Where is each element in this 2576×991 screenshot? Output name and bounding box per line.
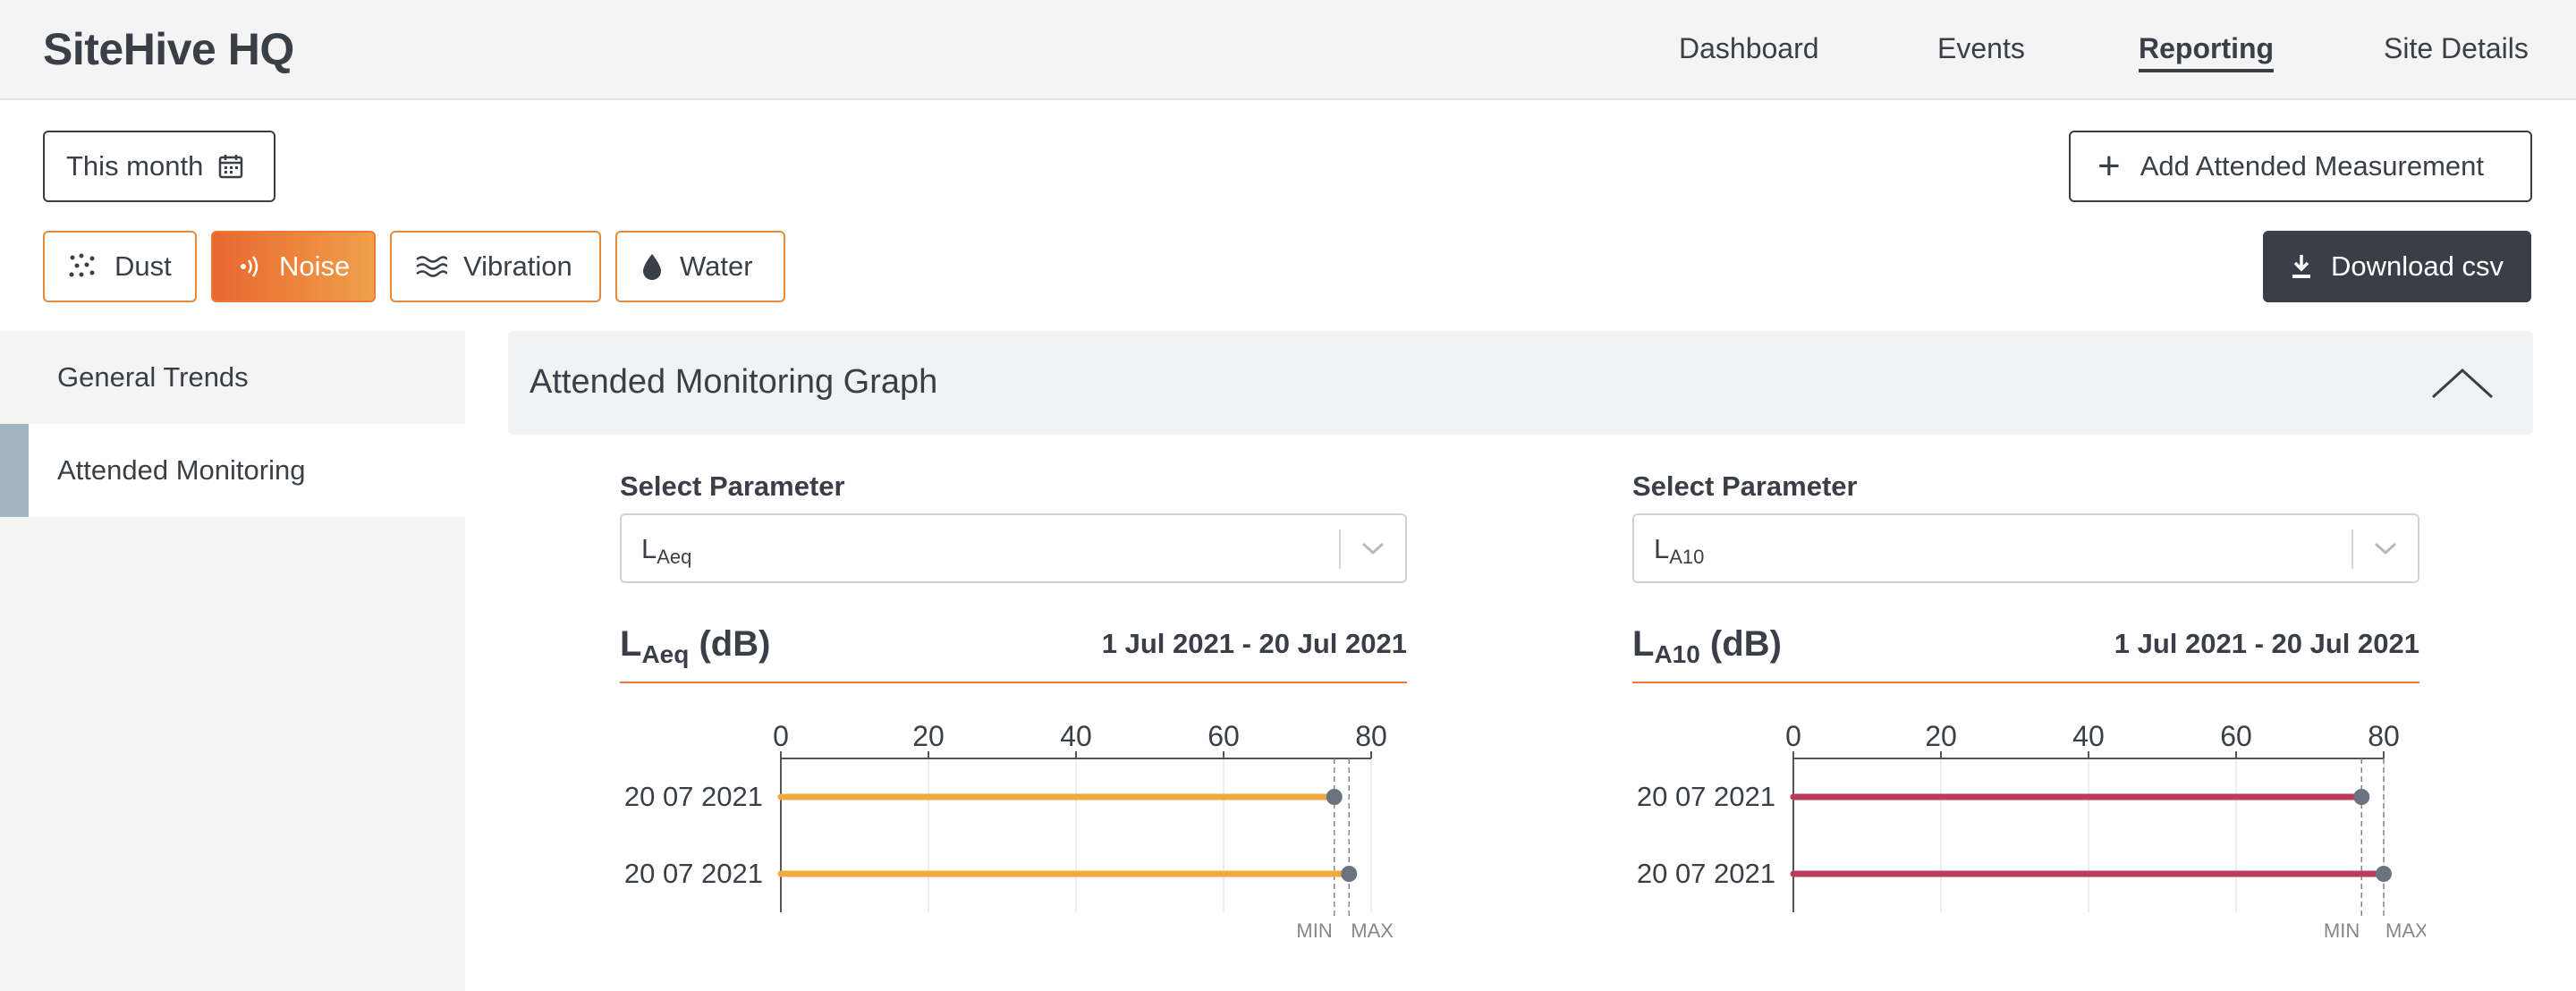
right-chart-date-range: 1 Jul 2021 - 20 Jul 2021: [2114, 628, 2419, 659]
bar-end-marker: [2376, 866, 2392, 882]
category-water-label: Water: [680, 250, 753, 282]
sidebar-item-label: General Trends: [57, 361, 249, 393]
bar-end-marker: [2353, 789, 2370, 805]
vibration-icon: [416, 256, 447, 277]
bar-end-marker: [1326, 789, 1343, 805]
panel-title: Attended Monitoring Graph: [530, 363, 938, 401]
category-water-button[interactable]: Water: [615, 231, 785, 302]
select-divider: [1339, 529, 1341, 569]
x-tick-label: 0: [773, 720, 789, 752]
left-chart-title: LAeq (dB): [620, 624, 771, 668]
category-dust-label: Dust: [114, 250, 172, 282]
category-noise-button[interactable]: Noise: [211, 231, 376, 302]
nav-site-details[interactable]: Site Details: [2384, 32, 2529, 65]
right-parameter-value: LA10: [1654, 533, 1705, 568]
y-category-label: 20 07 2021: [624, 781, 763, 812]
x-tick-label: 40: [1060, 720, 1092, 752]
panel-header[interactable]: Attended Monitoring Graph: [508, 331, 2533, 435]
min-reference-label: MIN: [2324, 919, 2360, 942]
chevron-down-icon[interactable]: [2373, 538, 2398, 558]
y-category-label: 20 07 2021: [1637, 858, 1775, 889]
right-parameter-select[interactable]: LA10: [1632, 513, 2419, 583]
nav-events[interactable]: Events: [1937, 32, 2025, 65]
right-chart-divider: [1632, 682, 2419, 683]
left-parameter-value: LAeq: [641, 533, 692, 568]
add-button-label: Add Attended Measurement: [2140, 150, 2485, 182]
category-vibration-button[interactable]: Vibration: [390, 231, 601, 302]
category-noise-label: Noise: [279, 250, 351, 282]
x-tick-label: 20: [1925, 720, 1957, 752]
dust-icon: [69, 253, 95, 277]
max-reference-label: MAX: [1351, 919, 1394, 942]
date-range-label: This month: [66, 150, 204, 182]
x-tick-label: 0: [1785, 720, 1801, 752]
nav-dashboard[interactable]: Dashboard: [1679, 32, 1819, 65]
water-drop-icon: [643, 254, 661, 280]
x-tick-label: 80: [2368, 720, 2400, 752]
chevron-up-icon[interactable]: [2431, 365, 2494, 401]
x-tick-label: 20: [912, 720, 945, 752]
download-csv-button[interactable]: Download csv: [2263, 231, 2531, 302]
category-dust-button[interactable]: Dust: [43, 231, 197, 302]
plus-icon: +: [2097, 144, 2121, 188]
bar-end-marker: [1341, 866, 1358, 882]
left-chart-date-range: 1 Jul 2021 - 20 Jul 2021: [1101, 628, 1407, 659]
sidebar-item-attended-monitoring[interactable]: Attended Monitoring: [0, 424, 465, 517]
sidebar-item-general-trends[interactable]: General Trends: [0, 331, 465, 424]
right-parameter-label: Select Parameter: [1632, 470, 1858, 502]
right-bar-chart: 0 20 40 60 80 MIN MAX 20 07 2021 20 07 2021: [1637, 720, 2426, 942]
top-header: SiteHive HQ Dashboard Events Reporting S…: [0, 0, 2576, 100]
x-tick-label: 80: [1355, 720, 1387, 752]
x-tick-label: 60: [1208, 720, 1240, 752]
right-chart-title: LA10 (dB): [1632, 624, 1782, 668]
noise-icon: [241, 256, 258, 277]
nav-reporting[interactable]: Reporting: [2139, 32, 2275, 72]
select-divider: [2351, 529, 2353, 569]
date-range-button[interactable]: This month: [43, 131, 275, 202]
sidebar-item-label: Attended Monitoring: [57, 454, 306, 486]
left-parameter-label: Select Parameter: [620, 470, 845, 502]
x-tick-label: 40: [2072, 720, 2105, 752]
calendar-icon: [219, 155, 243, 179]
sidebar: General Trends Attended Monitoring: [0, 331, 465, 991]
left-bar-chart: 0 20 40 60 80 MIN MAX 20 07 2021 20 07 2021: [624, 720, 1394, 942]
left-parameter-select[interactable]: LAeq: [620, 513, 1407, 583]
max-reference-label: MAX: [2385, 919, 2426, 942]
y-category-label: 20 07 2021: [1637, 781, 1775, 812]
download-label: Download csv: [2331, 250, 2504, 282]
y-category-label: 20 07 2021: [624, 858, 763, 889]
download-icon: [2292, 255, 2310, 278]
add-attended-measurement-button[interactable]: + Add Attended Measurement: [2069, 131, 2532, 202]
left-chart-divider: [620, 682, 1407, 683]
min-reference-label: MIN: [1296, 919, 1332, 942]
category-vibration-label: Vibration: [463, 250, 572, 282]
app-title: SiteHive HQ: [43, 24, 294, 74]
chevron-down-icon[interactable]: [1360, 538, 1385, 558]
x-tick-label: 60: [2220, 720, 2252, 752]
